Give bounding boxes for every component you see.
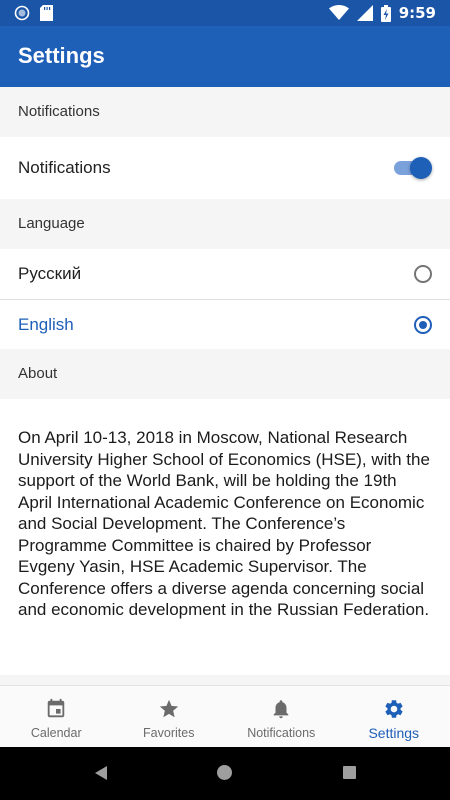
nav-label: Calendar xyxy=(30,726,82,740)
home-icon[interactable] xyxy=(217,765,232,780)
bell-icon xyxy=(273,700,289,719)
section-header-about: About xyxy=(0,349,450,399)
cell-signal-icon xyxy=(356,5,373,21)
section-header-language: Language xyxy=(0,199,450,249)
nav-calendar[interactable]: Calendar xyxy=(0,686,113,747)
nav-label: Settings xyxy=(368,725,420,741)
language-option-label: English xyxy=(18,314,74,334)
nav-label: Notifications xyxy=(247,726,316,740)
app-bar: Settings xyxy=(0,26,450,87)
language-option-english[interactable]: English xyxy=(0,299,450,349)
status-bar: 9:59 xyxy=(0,0,450,26)
wifi-icon xyxy=(328,5,349,20)
calendar-icon xyxy=(48,698,65,718)
system-navigation-bar xyxy=(0,747,450,800)
notifications-toggle-row[interactable]: Notifications xyxy=(0,137,450,199)
language-option-label: Русский xyxy=(18,264,82,283)
notifications-toggle-label: Notifications xyxy=(18,158,111,177)
section-header-notifications: Notifications xyxy=(0,87,450,137)
language-option-russian[interactable]: Русский xyxy=(0,249,450,299)
sd-card-icon xyxy=(40,5,53,21)
battery-charging-icon xyxy=(380,4,391,22)
nav-favorites[interactable]: Favorites xyxy=(113,686,226,747)
star-icon xyxy=(159,699,178,718)
nav-notifications[interactable]: Notifications xyxy=(225,686,338,747)
radio-russian[interactable] xyxy=(414,265,432,283)
notifications-switch[interactable] xyxy=(392,156,432,180)
nav-label: Favorites xyxy=(143,726,195,740)
gear-icon xyxy=(385,700,403,718)
status-time: 9:59 xyxy=(398,4,436,22)
recent-apps-icon[interactable] xyxy=(343,766,356,779)
page-title: Settings xyxy=(18,43,105,68)
back-icon[interactable] xyxy=(95,766,107,780)
about-text: On April 10-13, 2018 in Moscow, National… xyxy=(0,399,450,675)
nav-settings[interactable]: Settings xyxy=(338,686,450,747)
sync-icon xyxy=(14,5,30,21)
settings-list: Notifications Notifications Language Рус… xyxy=(0,87,450,685)
bottom-navigation: Calendar Favorites Notifications Setting… xyxy=(0,685,450,747)
radio-english[interactable] xyxy=(414,315,432,334)
